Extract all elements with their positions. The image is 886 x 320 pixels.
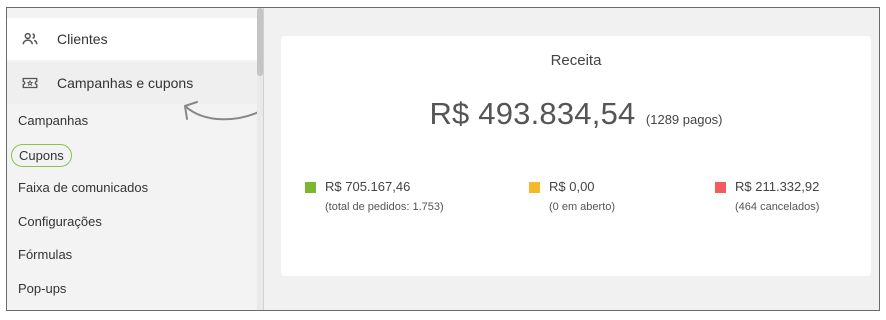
- revenue-total: R$ 493.834,54: [429, 96, 636, 131]
- subitem-pop-ups[interactable]: Pop-ups: [18, 278, 66, 300]
- stat-value: R$ 0,00: [549, 179, 595, 194]
- subitem-formulas[interactable]: Fórmulas: [18, 244, 72, 266]
- sidebar-item-clientes[interactable]: Clientes: [7, 18, 257, 60]
- sidebar-item-label: Campanhas e cupons: [57, 75, 194, 91]
- sidebar-divider: [263, 8, 264, 310]
- annotation-arrow-icon: [184, 101, 264, 121]
- users-icon: [22, 32, 38, 45]
- legend-square-green: [305, 182, 316, 193]
- ticket-icon: [22, 77, 38, 89]
- revenue-paid-count: (1289 pagos): [645, 112, 723, 127]
- card-title: Receita: [550, 52, 602, 69]
- revenue-total-row: R$ 493.834,54 (1289 pagos): [281, 96, 871, 132]
- sidebar-item-label: Clientes: [57, 31, 108, 47]
- subitem-campanhas[interactable]: Campanhas: [18, 110, 88, 132]
- subitem-configuracoes[interactable]: Configurações: [18, 211, 102, 233]
- app-window: Clientes Campanhas e cupons Campanhas Cu…: [6, 7, 880, 311]
- stat-subtext: (total de pedidos: 1.753): [325, 201, 444, 213]
- stat-value: R$ 705.167,46: [325, 179, 411, 194]
- subitem-faixa-de-comunicados[interactable]: Faixa de comunicados: [18, 177, 148, 199]
- revenue-card: Receita R$ 493.834,54 (1289 pagos) R$ 70…: [281, 36, 871, 276]
- legend-square-red: [715, 182, 726, 193]
- stat-subtext: (464 cancelados): [735, 201, 820, 213]
- stat-subtext: (0 em aberto): [549, 201, 616, 213]
- legend-square-yellow: [529, 182, 540, 193]
- sidebar: Clientes Campanhas e cupons Campanhas Cu…: [7, 8, 264, 310]
- stat-value: R$ 211.332,92: [735, 179, 820, 194]
- subitem-cupons[interactable]: Cupons: [11, 144, 72, 167]
